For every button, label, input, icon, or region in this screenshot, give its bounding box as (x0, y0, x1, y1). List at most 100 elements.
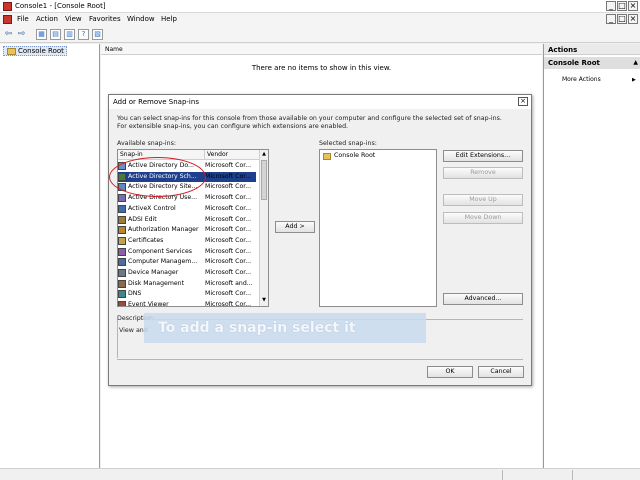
snapin-vendor: Microsoft Cor... (205, 183, 252, 191)
list-view-icon[interactable]: ▤ (50, 29, 61, 40)
snapin-name: DNS (128, 290, 142, 298)
snapin-vendor: Microsoft Cor... (205, 247, 252, 255)
snapin-name: Event Viewer (128, 301, 169, 307)
actions-header: Actions (544, 44, 640, 55)
snapin-name: Computer Managem... (128, 258, 198, 266)
column-header-name[interactable]: Name (101, 44, 542, 55)
action-pane-icon[interactable]: ▧ (92, 29, 103, 40)
more-actions-link[interactable]: More Actions (562, 76, 601, 83)
folder-icon (323, 153, 331, 160)
edit-extensions-button[interactable]: Edit Extensions... (443, 150, 523, 162)
minimize-button[interactable]: _ (606, 1, 616, 11)
list-scrollbar[interactable]: ▲ ▼ (259, 150, 268, 306)
collapse-icon[interactable]: ▲ (633, 59, 638, 66)
console-tree: Console Root (0, 44, 100, 468)
snapin-name: Authorization Manager (128, 226, 199, 234)
certificate-icon (118, 236, 126, 245)
selected-snapins-list[interactable]: Console Root (319, 149, 437, 307)
console-icon[interactable] (3, 15, 12, 24)
forward-icon[interactable]: ⇨ (16, 29, 27, 40)
scroll-down-icon[interactable]: ▼ (260, 296, 268, 305)
snapin-vendor: Microsoft Cor... (205, 236, 252, 244)
snapin-row[interactable]: Certificates Microsoft Cor... (118, 236, 256, 247)
snapin-vendor: Microsoft and... (205, 279, 253, 287)
column-header-vendor[interactable]: Vendor (204, 150, 259, 160)
console-tree-icon[interactable]: ▦ (36, 29, 47, 40)
add-button[interactable]: Add > (275, 221, 315, 233)
submenu-arrow-icon: ▶ (632, 77, 636, 83)
snapin-vendor: Microsoft Cor... (205, 269, 252, 276)
snapin-row[interactable]: DNS Microsoft Cor... (118, 289, 256, 300)
menu-bar: File Action View Favorites Window Help _… (0, 13, 640, 26)
export-list-icon[interactable]: ▥ (64, 29, 75, 40)
menu-favorites[interactable]: Favorites (89, 15, 121, 23)
maximize-button[interactable]: □ (617, 1, 627, 11)
snapin-vendor: Microsoft Cor... (205, 215, 252, 223)
ok-button[interactable]: OK (427, 366, 473, 378)
mdi-minimize-button[interactable]: _ (606, 14, 616, 24)
back-icon[interactable]: ⇦ (3, 29, 14, 40)
snapin-name: Certificates (128, 236, 164, 244)
snapin-row[interactable]: Disk Management Microsoft and... (118, 279, 256, 290)
mmc-icon (3, 2, 12, 11)
remove-button[interactable]: Remove (443, 167, 523, 179)
snapin-name: Device Manager (128, 269, 179, 276)
snapin-name: ADSI Edit (128, 215, 157, 223)
mdi-restore-button[interactable]: □ (617, 14, 627, 24)
move-up-button[interactable]: Move Up (443, 194, 523, 206)
authorization-icon (118, 226, 126, 235)
snapin-row[interactable]: Component Services Microsoft Cor... (118, 247, 256, 258)
dialog-title: Add or Remove Snap-ins (113, 98, 199, 106)
status-divider (502, 470, 503, 480)
snapin-row[interactable]: Authorization Manager Microsoft Cor... (118, 225, 256, 236)
dialog-close-button[interactable]: × (518, 97, 528, 106)
footer-divider (117, 359, 523, 360)
tutorial-caption: To add a snap-in select it (144, 313, 426, 343)
component-icon (118, 247, 126, 256)
menu-window[interactable]: Window (127, 15, 155, 23)
scroll-thumb[interactable] (261, 160, 267, 200)
move-down-button[interactable]: Move Down (443, 212, 523, 224)
menu-file[interactable]: File (17, 15, 29, 23)
highlight-circle (109, 157, 206, 197)
tree-item-console-root[interactable]: Console Root (3, 46, 67, 56)
snapin-vendor: Microsoft Cor... (205, 172, 252, 180)
menu-help[interactable]: Help (161, 15, 177, 23)
snapin-vendor: Microsoft Cor... (205, 258, 252, 266)
advanced-button[interactable]: Advanced... (443, 293, 523, 305)
ad-users-icon (118, 194, 126, 203)
folder-icon (7, 48, 16, 55)
selected-item-console-root[interactable]: Console Root (334, 152, 375, 159)
snapin-vendor: Microsoft Cor... (205, 162, 252, 169)
event-icon (118, 301, 126, 306)
menu-action[interactable]: Action (36, 15, 58, 23)
actions-section-label: Console Root (548, 59, 600, 67)
status-bar (0, 468, 640, 480)
snapin-vendor: Microsoft Cor... (205, 194, 252, 202)
snapin-row[interactable]: Computer Managem... Microsoft Cor... (118, 257, 256, 268)
dialog-titlebar: Add or Remove Snap-ins × (109, 95, 531, 109)
snapin-vendor: Microsoft Cor... (205, 226, 252, 234)
status-divider (572, 470, 573, 480)
help-icon[interactable]: ? (78, 29, 89, 40)
empty-message: There are no items to show in this view. (251, 64, 392, 72)
cancel-button[interactable]: Cancel (478, 366, 524, 378)
snapin-row[interactable]: ADSI Edit Microsoft Cor... (118, 215, 256, 226)
actions-section-console-root[interactable]: Console Root ▲ (544, 57, 640, 69)
scroll-up-icon[interactable]: ▲ (260, 150, 268, 159)
menu-view[interactable]: View (65, 15, 82, 23)
snapin-row[interactable]: Device Manager Microsoft Cor... (118, 268, 256, 279)
snapin-name: ActiveX Control (128, 204, 176, 212)
device-icon (118, 269, 126, 277)
snapin-row[interactable]: Event Viewer Microsoft Cor... (118, 300, 256, 307)
adsi-edit-icon (118, 215, 126, 224)
column-label: Name (105, 46, 123, 53)
mdi-close-button[interactable]: × (628, 14, 638, 24)
close-button[interactable]: × (628, 1, 638, 11)
snapin-row[interactable]: ActiveX Control Microsoft Cor... (118, 204, 256, 215)
snapin-name: Component Services (128, 247, 192, 255)
tree-item-label: Console Root (18, 47, 64, 55)
snapin-name: Disk Management (128, 279, 185, 287)
actions-pane: Actions Console Root ▲ More Actions ▶ (543, 44, 640, 468)
selected-snapins-label: Selected snap-ins: (319, 140, 377, 147)
